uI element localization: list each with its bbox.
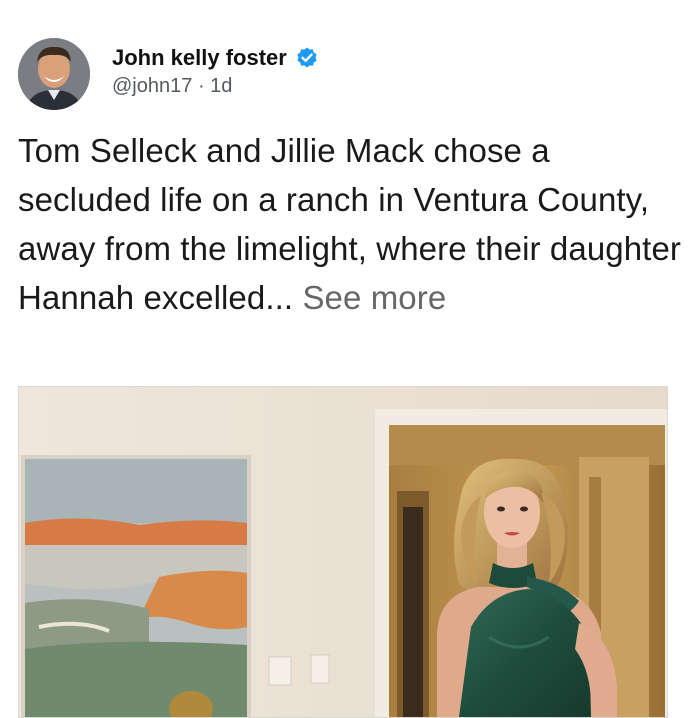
post-header: John kelly foster @john17 · 1d (18, 38, 319, 110)
meta-separator: · (197, 74, 211, 97)
author-name[interactable]: John kelly foster (112, 45, 287, 71)
post-age[interactable]: 1d (210, 75, 232, 97)
post-body: Tom Selleck and Jillie Mack chose a secl… (18, 126, 688, 322)
avatar[interactable] (18, 38, 90, 110)
author-meta: John kelly foster @john17 · 1d (112, 45, 319, 98)
author-name-row: John kelly foster (112, 45, 319, 71)
see-more-link[interactable]: See more (302, 279, 446, 316)
author-handle[interactable]: @john17 (112, 75, 192, 97)
verified-badge-icon (295, 46, 319, 70)
handle-row: @john17 · 1d (112, 75, 319, 98)
post-image[interactable] (18, 386, 668, 718)
